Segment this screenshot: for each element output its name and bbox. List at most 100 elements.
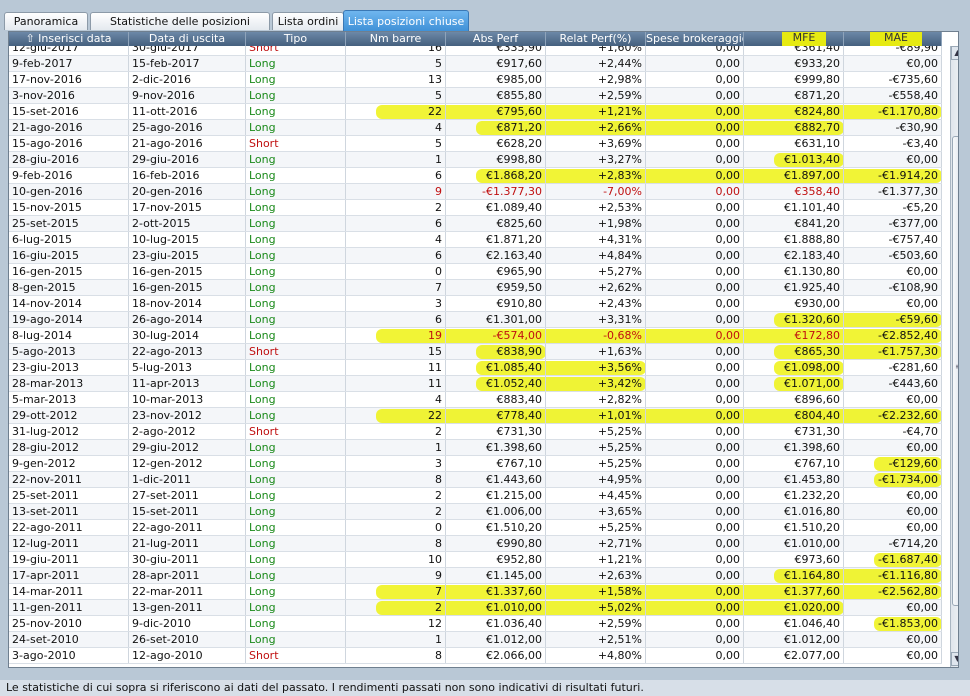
column-header-mae[interactable]: MAE <box>844 32 942 46</box>
table-row[interactable]: 3-nov-2016 9-nov-2016 Long 5 €855,80 +2,59% 0,… <box>9 88 942 104</box>
table-row[interactable]: 31-lug-2012 2-ago-2012 Short 2 €731,30 +5,25%… <box>9 424 942 440</box>
cell-brokerage-fees: 0,00 <box>646 136 744 151</box>
cell-exit-date: 23-giu-2015 <box>129 248 246 263</box>
cell-exit-date: 21-ago-2016 <box>129 136 246 151</box>
tab-panoramica[interactable]: Panoramica <box>4 12 88 30</box>
column-header-entry-date[interactable]: ⇧ Inserisci data <box>9 32 129 46</box>
table-row[interactable]: 22-ago-2011 22-ago-2011 Long 0 €1.510,20 +5,2… <box>9 520 942 536</box>
table-row[interactable]: 25-set-2011 27-set-2011 Long 2 €1.215,00 +4,4… <box>9 488 942 504</box>
cell-brokerage-fees: 0,00 <box>646 600 744 615</box>
cell-type: Long <box>246 248 346 263</box>
grid-rows: 12-giu-2017 30-giu-2017 Short 16 €335,90 +1,6… <box>9 46 942 664</box>
table-row[interactable]: 8-gen-2015 16-gen-2015 Long 7 €959,50 +2,62% 0… <box>9 280 942 296</box>
table-row[interactable]: 13-set-2011 15-set-2011 Long 2 €1.006,00 +3,6… <box>9 504 942 520</box>
cell-type: Long <box>246 88 346 103</box>
table-row[interactable]: 5-mar-2013 10-mar-2013 Long 4 €883,40 +2,82% 0… <box>9 392 942 408</box>
table-row[interactable]: 12-giu-2017 30-giu-2017 Short 16 €335,90 +1,6… <box>9 46 942 56</box>
table-row[interactable]: 14-mar-2011 22-mar-2011 Long 7 €1.337,60 +1,5… <box>9 584 942 600</box>
cell-entry-date: 23-giu-2013 <box>9 360 129 375</box>
vertical-scrollbar[interactable]: ▲ ≡ ▼ <box>950 46 958 667</box>
table-row[interactable]: 29-ott-2012 23-nov-2012 Long 22 €778,40 +1,01… <box>9 408 942 424</box>
cell-mae: -€1.914,20 <box>844 168 942 183</box>
table-row[interactable]: 17-nov-2016 2-dic-2016 Long 13 €985,00 +2,98%… <box>9 72 942 88</box>
table-row[interactable]: 16-gen-2015 16-gen-2015 Long 0 €965,90 +5,27%… <box>9 264 942 280</box>
cell-mfe: €1.016,80 <box>744 504 844 519</box>
table-row[interactable]: 9-feb-2016 16-feb-2016 Long 6 €1.868,20 +2,83… <box>9 168 942 184</box>
table-row[interactable]: 17-apr-2011 28-apr-2011 Long 9 €1.145,00 +2,6… <box>9 568 942 584</box>
table-row[interactable]: 12-lug-2011 21-lug-2011 Long 8 €990,80 +2,71%… <box>9 536 942 552</box>
table-row[interactable]: 16-giu-2015 23-giu-2015 Long 6 €2.163,40 +4,8… <box>9 248 942 264</box>
scroll-up-arrow-icon[interactable]: ▲ <box>951 46 958 60</box>
cell-bars: 8 <box>346 648 446 663</box>
cell-entry-date: 12-lug-2011 <box>9 536 129 551</box>
cell-abs-perf: €628,20 <box>446 136 546 151</box>
cell-type: Long <box>246 360 346 375</box>
table-row[interactable]: 6-lug-2015 10-lug-2015 Long 4 €1.871,20 +4,31… <box>9 232 942 248</box>
cell-relat-perf: +5,25% <box>546 424 646 439</box>
cell-exit-date: 30-lug-2014 <box>129 328 246 343</box>
table-row[interactable]: 23-giu-2013 5-lug-2013 Long 11 €1.085,40 +3,5… <box>9 360 942 376</box>
table-row[interactable]: 15-nov-2015 17-nov-2015 Long 2 €1.089,40 +2,5… <box>9 200 942 216</box>
table-row[interactable]: 15-set-2016 11-ott-2016 Long 22 €795,60 +1,21… <box>9 104 942 120</box>
cell-entry-date: 13-set-2011 <box>9 504 129 519</box>
column-header-relat-perf[interactable]: Relat Perf(%) <box>546 32 646 46</box>
column-header-bars[interactable]: Nm barre <box>346 32 446 46</box>
table-row[interactable]: 28-giu-2016 29-giu-2016 Long 1 €998,80 +3,27%… <box>9 152 942 168</box>
table-row[interactable]: 25-nov-2010 9-dic-2010 Long 12 €1.036,40 +2,5… <box>9 616 942 632</box>
column-header-type[interactable]: Tipo <box>246 32 346 46</box>
table-row[interactable]: 24-set-2010 26-set-2010 Long 1 €1.012,00 +2,5… <box>9 632 942 648</box>
table-row[interactable]: 5-ago-2013 22-ago-2013 Short 15 €838,90 +1,63… <box>9 344 942 360</box>
table-row[interactable]: 9-feb-2017 15-feb-2017 Long 5 €917,60 +2,44% 0… <box>9 56 942 72</box>
table-row[interactable]: 11-gen-2011 13-gen-2011 Long 2 €1.010,00 +5,0… <box>9 600 942 616</box>
cell-mfe: €1.013,40 <box>744 152 844 167</box>
table-row[interactable]: 28-mar-2013 11-apr-2013 Long 11 €1.052,40 +3,… <box>9 376 942 392</box>
cell-entry-date: 11-gen-2011 <box>9 600 129 615</box>
cell-bars: 4 <box>346 120 446 135</box>
cell-abs-perf: €1.510,20 <box>446 520 546 535</box>
cell-bars: 1 <box>346 440 446 455</box>
scroll-down-arrow-icon[interactable]: ▼ <box>951 652 958 666</box>
table-row[interactable]: 8-lug-2014 30-lug-2014 Long 19 -€574,00 -0,68… <box>9 328 942 344</box>
cell-relat-perf: +4,45% <box>546 488 646 503</box>
table-row[interactable]: 14-nov-2014 18-nov-2014 Long 3 €910,80 +2,43%… <box>9 296 942 312</box>
table-row[interactable]: 19-giu-2011 30-giu-2011 Long 10 €952,80 +1,21… <box>9 552 942 568</box>
cell-mae: -€1.116,80 <box>844 568 942 583</box>
tab-lista-posizioni-chiuse[interactable]: Lista posizioni chiuse <box>343 10 469 32</box>
column-header-exit-date[interactable]: Data di uscita <box>129 32 246 46</box>
cell-abs-perf: €959,50 <box>446 280 546 295</box>
cell-brokerage-fees: 0,00 <box>646 408 744 423</box>
cell-mfe: €358,40 <box>744 184 844 199</box>
cell-relat-perf: -0,68% <box>546 328 646 343</box>
cell-mae: -€5,20 <box>844 200 942 215</box>
scrollbar-thumb[interactable]: ≡ <box>952 136 958 606</box>
cell-relat-perf: +5,25% <box>546 440 646 455</box>
tab-statistiche-posizioni-chiuse[interactable]: Statistiche delle posizioni chiuse <box>90 12 270 46</box>
cell-mae: -€735,60 <box>844 72 942 87</box>
column-header-mfe[interactable]: MFE <box>744 32 844 46</box>
column-header-abs-perf[interactable]: Abs Perf <box>446 32 546 46</box>
table-row[interactable]: 15-ago-2016 21-ago-2016 Short 5 €628,20 +3,69… <box>9 136 942 152</box>
table-row[interactable]: 19-ago-2014 26-ago-2014 Long 6 €1.301,00 +3,3… <box>9 312 942 328</box>
cell-mae: €0,00 <box>844 264 942 279</box>
cell-exit-date: 21-lug-2011 <box>129 536 246 551</box>
cell-bars: 6 <box>346 216 446 231</box>
cell-type: Long <box>246 584 346 599</box>
cell-bars: 6 <box>346 312 446 327</box>
column-header-brokerage-fees[interactable]: Spese brokeraggio <box>646 32 744 46</box>
table-row[interactable]: 25-set-2015 2-ott-2015 Long 6 €825,60 +1,98% 0… <box>9 216 942 232</box>
table-row[interactable]: 9-gen-2012 12-gen-2012 Long 3 €767,10 +5,25% 0… <box>9 456 942 472</box>
cell-relat-perf: +4,80% <box>546 648 646 663</box>
cell-type: Short <box>246 344 346 359</box>
tab-lista-ordini[interactable]: Lista ordini <box>272 12 344 30</box>
table-row[interactable]: 22-nov-2011 1-dic-2011 Long 8 €1.443,60 +4,95… <box>9 472 942 488</box>
table-row[interactable]: 3-ago-2010 12-ago-2010 Short 8 €2.066,00 +4,8… <box>9 648 942 664</box>
cell-mfe: €1.925,40 <box>744 280 844 295</box>
cell-exit-date: 30-giu-2011 <box>129 552 246 567</box>
table-row[interactable]: 10-gen-2016 20-gen-2016 Long 9 -€1.377,30 -7,… <box>9 184 942 200</box>
table-row[interactable]: 21-ago-2016 25-ago-2016 Long 4 €871,20 +2,66%… <box>9 120 942 136</box>
cell-exit-date: 28-apr-2011 <box>129 568 246 583</box>
cell-brokerage-fees: 0,00 <box>646 472 744 487</box>
cell-mae: -€4,70 <box>844 424 942 439</box>
table-row[interactable]: 28-giu-2012 29-giu-2012 Long 1 €1.398,60 +5,2… <box>9 440 942 456</box>
cell-exit-date: 16-gen-2015 <box>129 264 246 279</box>
